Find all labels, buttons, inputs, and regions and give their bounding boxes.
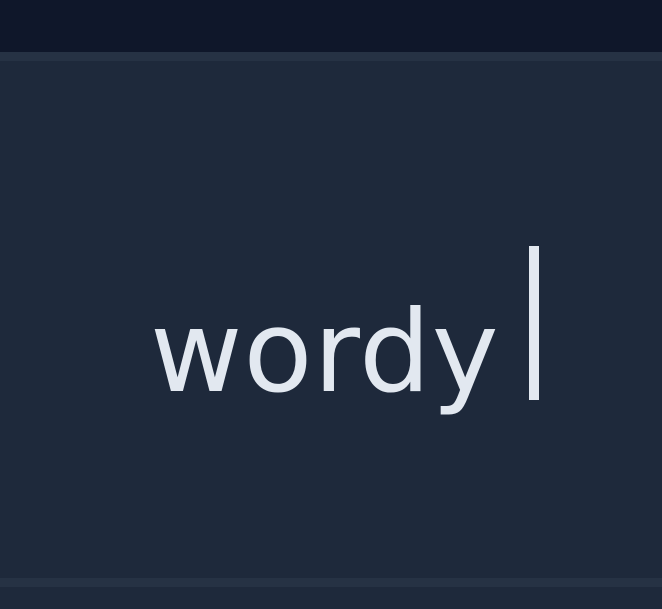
top-bar <box>0 0 662 52</box>
typed-text: wordy <box>150 286 500 418</box>
text-editor-panel[interactable]: wordy <box>0 52 662 587</box>
text-input-area[interactable]: wordy <box>0 61 662 578</box>
bottom-strip <box>0 587 662 609</box>
text-caret <box>529 246 539 400</box>
